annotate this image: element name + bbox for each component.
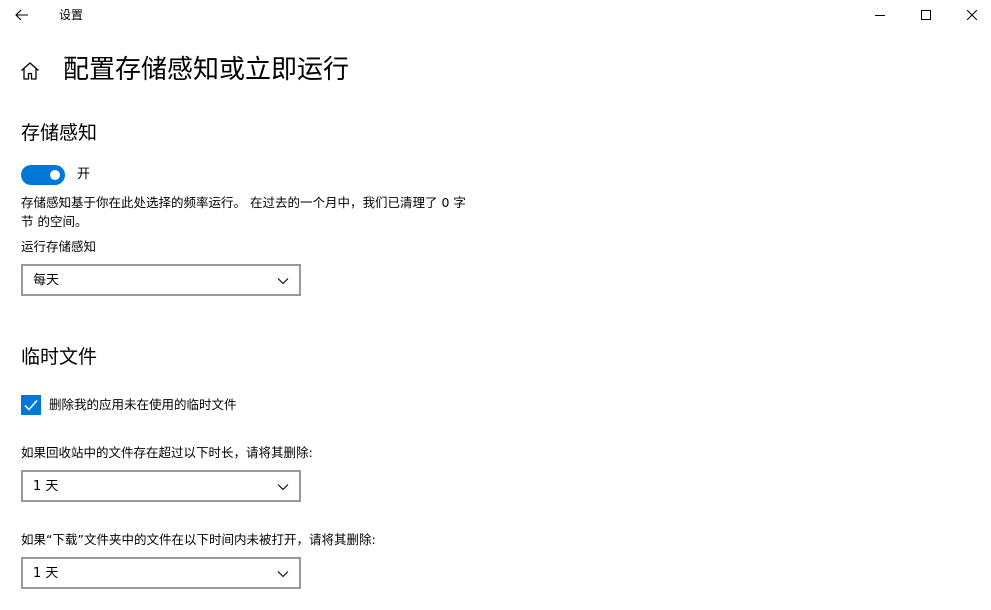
- temp-files-heading: 临时文件: [21, 346, 98, 368]
- recycle-bin-label: 如果回收站中的文件存在超过以下时长，请将其删除:: [21, 445, 313, 460]
- storage-sense-description: 存储感知基于你在此处选择的频率运行。 在过去的一个月中，我们已清理了 0 字节 …: [21, 195, 466, 229]
- home-icon[interactable]: [18, 59, 42, 83]
- delete-unused-temp-checkbox[interactable]: [21, 395, 41, 415]
- downloads-dropdown[interactable]: 1 天: [21, 557, 301, 589]
- page-title: 配置存储感知或立即运行: [63, 55, 350, 85]
- close-button[interactable]: [949, 0, 991, 30]
- run-frequency-dropdown[interactable]: 每天: [21, 264, 301, 296]
- toggle-knob: [50, 170, 60, 180]
- downloads-value: 1 天: [33, 566, 59, 581]
- chevron-down-icon: [277, 278, 289, 285]
- back-button[interactable]: [0, 0, 44, 30]
- minimize-button[interactable]: [857, 0, 903, 30]
- downloads-label: 如果“下载”文件夹中的文件在以下时间内未被打开，请将其删除:: [21, 532, 376, 547]
- storage-sense-heading: 存储感知: [21, 122, 98, 144]
- title-bar: 设置: [0, 0, 991, 30]
- run-frequency-value: 每天: [33, 273, 60, 288]
- maximize-icon: [921, 10, 931, 20]
- recycle-bin-dropdown[interactable]: 1 天: [21, 470, 301, 502]
- settings-window: 设置 配置存储感知或立即运行 存储感知 开 存储感知基于你在此处选择的频率运行。…: [0, 0, 991, 610]
- checkmark-icon: [24, 399, 38, 411]
- run-storage-sense-label: 运行存储感知: [21, 239, 97, 254]
- delete-unused-temp-label: 删除我的应用未在使用的临时文件: [49, 397, 237, 412]
- storage-sense-toggle[interactable]: [21, 165, 65, 185]
- minimize-icon: [875, 15, 885, 16]
- app-title: 设置: [59, 8, 84, 22]
- toggle-state-label: 开: [77, 167, 91, 182]
- maximize-button[interactable]: [903, 0, 949, 30]
- chevron-down-icon: [277, 484, 289, 491]
- chevron-down-icon: [277, 571, 289, 578]
- recycle-bin-value: 1 天: [33, 479, 59, 494]
- close-icon: [967, 10, 977, 20]
- back-arrow-icon: [15, 9, 28, 21]
